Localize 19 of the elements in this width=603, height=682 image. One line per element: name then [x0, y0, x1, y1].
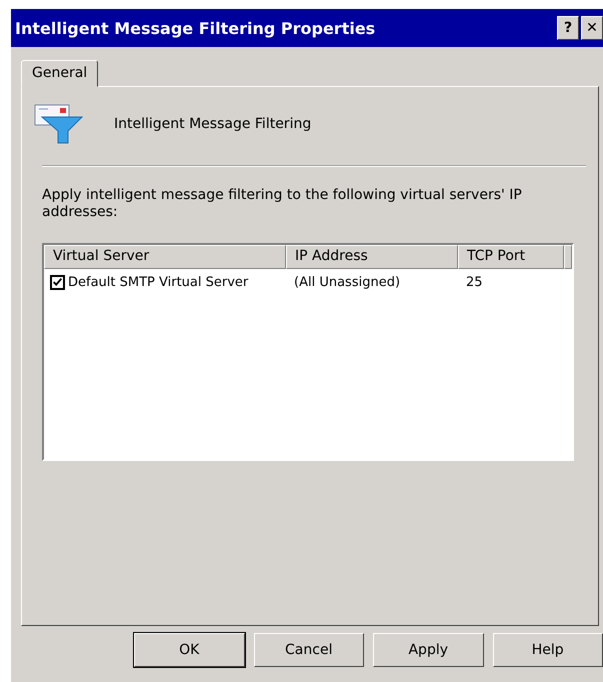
column-header[interactable]: IP Address — [286, 245, 458, 269]
tab[interactable]: General — [21, 60, 98, 87]
table-cell-text: 25 — [465, 274, 484, 290]
mail-funnel-icon — [34, 103, 84, 145]
help-button[interactable]: ? — [557, 16, 579, 40]
dialog-button[interactable]: Apply — [373, 633, 484, 667]
close-button[interactable]: ✕ — [581, 16, 603, 40]
dialog-button[interactable]: Cancel — [254, 633, 364, 667]
window-title: Intelligent Message Filtering Properties — [15, 18, 376, 38]
description-text: Apply intelligent message filtering to the following virtual servers' IP addresses: — [42, 187, 523, 221]
checkmark-icon — [52, 276, 63, 288]
column-header[interactable]: Virtual Server — [44, 245, 286, 269]
section-heading: Intelligent Message Filtering — [114, 116, 312, 132]
checkbox[interactable] — [50, 274, 65, 290]
column-header[interactable]: TCP Port — [458, 245, 564, 269]
dialog-button[interactable]: Help — [492, 633, 603, 667]
dialog-button[interactable]: OK — [134, 633, 244, 667]
table-cell-text: (All Unassigned) — [293, 274, 402, 290]
table-cell: Default SMTP Virtual Server — [68, 274, 248, 290]
